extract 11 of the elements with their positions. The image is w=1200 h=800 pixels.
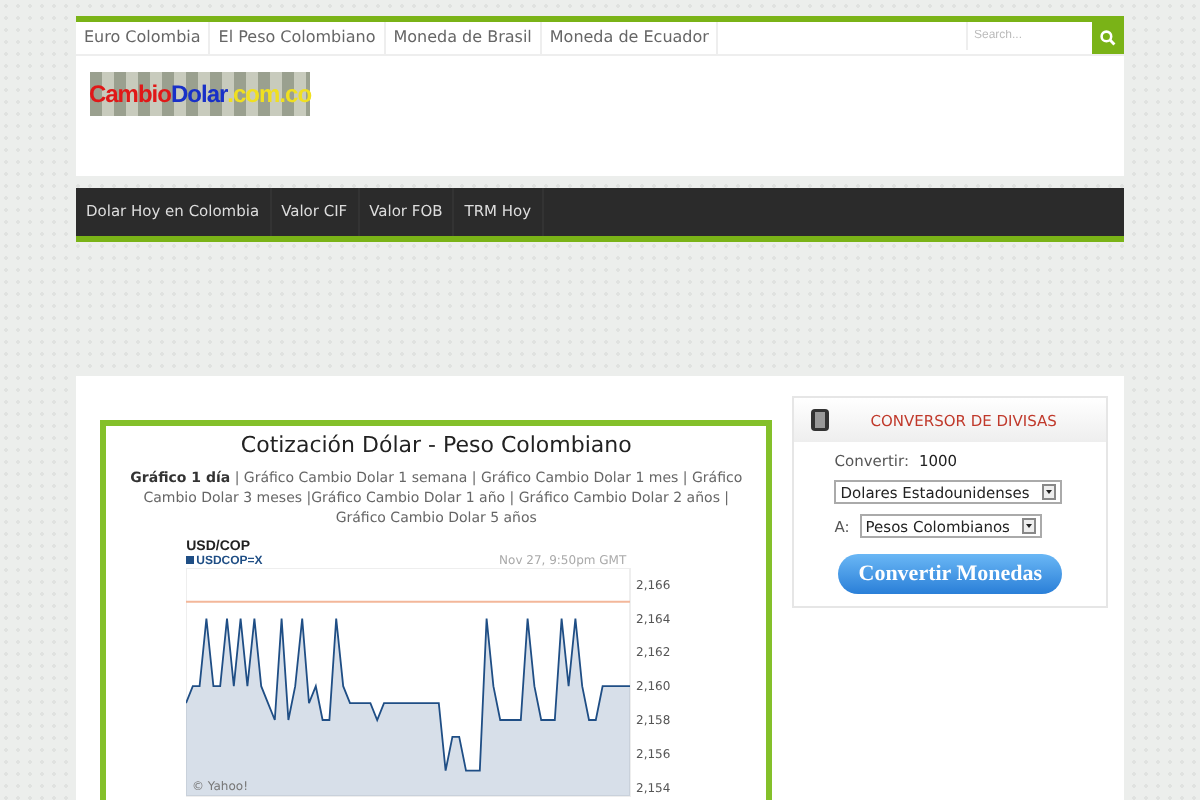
article-title: Cotización Dólar - Peso Colombiano	[240, 432, 632, 458]
dropdown-arrow-icon[interactable]	[1041, 484, 1056, 500]
nav-link[interactable]: El Peso Colombiano	[210, 22, 386, 54]
nav-link[interactable]: Euro Colombia	[76, 22, 211, 54]
nav-link[interactable]: Moneda de Ecuador	[541, 22, 719, 54]
site-logo[interactable]: CambioDolar.com.co	[90, 72, 310, 116]
search-icon	[1100, 30, 1116, 46]
legend-swatch	[186, 556, 195, 564]
calculator-icon	[810, 408, 831, 432]
dropdown-arrow-icon[interactable]	[1021, 518, 1036, 534]
nav-link[interactable]: Moneda de Brasil	[385, 22, 542, 54]
